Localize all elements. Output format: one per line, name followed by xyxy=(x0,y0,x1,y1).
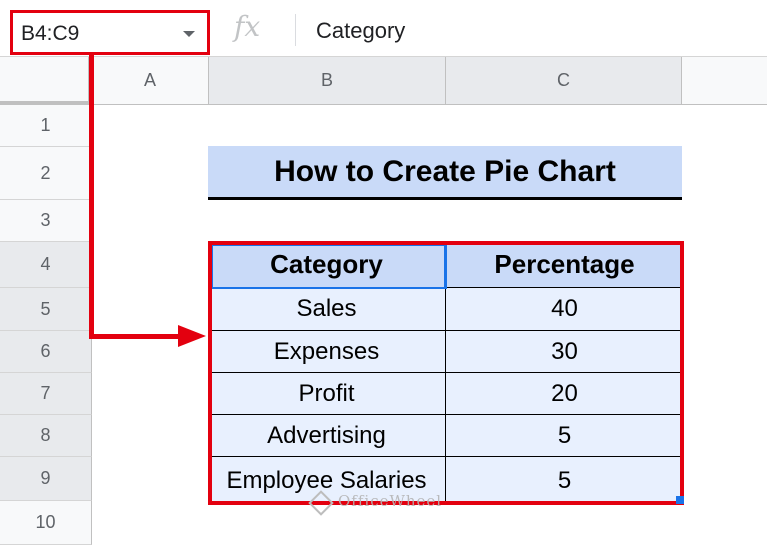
row-header-4[interactable]: 4 xyxy=(0,242,92,288)
table-cell-percentage[interactable]: 40 xyxy=(446,288,684,331)
table-cell-percentage[interactable]: 20 xyxy=(446,373,684,415)
fill-handle[interactable] xyxy=(676,496,684,504)
row-header-3[interactable]: 3 xyxy=(0,200,92,242)
table-cell-category[interactable]: Expenses xyxy=(208,331,446,373)
annotation-arrow-line xyxy=(89,55,94,339)
table-cell-percentage[interactable]: 30 xyxy=(446,331,684,373)
row-header-8[interactable]: 8 xyxy=(0,415,92,457)
annotation-arrow-line xyxy=(89,334,181,339)
sheet-title[interactable]: How to Create Pie Chart xyxy=(208,146,682,200)
column-header-d[interactable] xyxy=(682,57,767,105)
dropdown-arrow-icon[interactable] xyxy=(183,31,195,37)
row-header-6[interactable]: 6 xyxy=(0,331,92,373)
table-cell-category[interactable]: Profit xyxy=(208,373,446,415)
column-header-b[interactable]: B xyxy=(209,57,446,105)
row-header-7[interactable]: 7 xyxy=(0,373,92,415)
table-cell-percentage[interactable]: 5 xyxy=(446,415,684,457)
row-header-1[interactable]: 1 xyxy=(0,105,92,147)
row-header-9[interactable]: 9 xyxy=(0,457,92,501)
name-box-text: B4:C9 xyxy=(21,22,80,45)
row-header-2[interactable]: 2 xyxy=(0,147,92,200)
table-cell-category[interactable]: Advertising xyxy=(208,415,446,457)
data-table: Category Percentage Sales 40 Expenses 30… xyxy=(208,241,684,505)
formula-bar: B4:C9 fx Category xyxy=(0,0,767,57)
watermark-text: OfficeWheel xyxy=(338,492,443,510)
formula-divider xyxy=(295,14,296,46)
formula-input[interactable]: Category xyxy=(316,18,405,44)
header-category[interactable]: Category xyxy=(208,241,446,288)
column-header-c[interactable]: C xyxy=(446,57,682,105)
header-percentage[interactable]: Percentage xyxy=(446,241,684,288)
column-header-a[interactable]: A xyxy=(92,57,209,105)
row-header-5[interactable]: 5 xyxy=(0,288,92,331)
row-header-10[interactable]: 10 xyxy=(0,501,92,545)
table-cell-percentage[interactable]: 5 xyxy=(446,457,684,505)
arrow-right-icon xyxy=(178,325,206,347)
table-cell-category[interactable]: Sales xyxy=(208,288,446,331)
fx-icon: fx xyxy=(234,10,261,43)
name-box[interactable]: B4:C9 xyxy=(10,10,210,55)
select-all-corner[interactable] xyxy=(0,57,92,105)
